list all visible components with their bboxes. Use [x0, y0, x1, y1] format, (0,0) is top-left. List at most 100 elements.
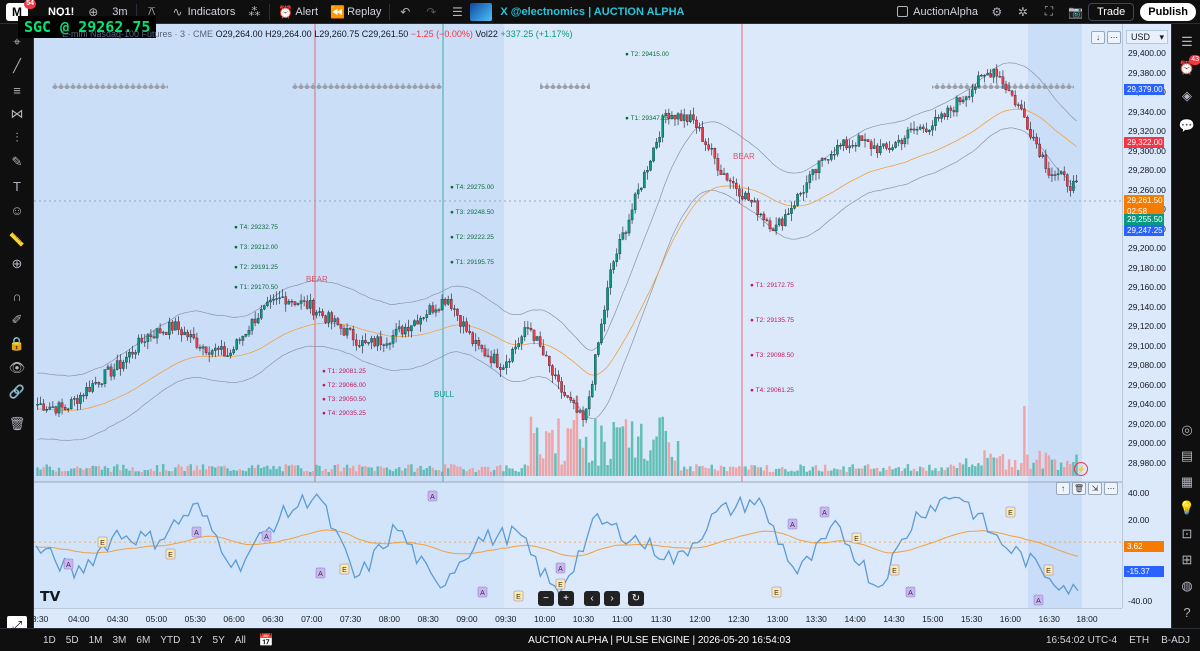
theme-button[interactable]: ✲ [1010, 0, 1036, 24]
price-tick: 29,340.00 [1128, 106, 1166, 117]
session-toggle[interactable]: ETH [1129, 635, 1149, 646]
magnet-icon[interactable]: ∩ [7, 286, 27, 306]
reset-chart-button[interactable]: ↻ [628, 591, 644, 606]
lock-icon[interactable]: 🔒 [7, 334, 27, 354]
publish-button[interactable]: Publish [1140, 2, 1196, 21]
candle-body [431, 305, 435, 313]
range-1d[interactable]: 1D [38, 635, 61, 646]
price-tick: 29,060.00 [1128, 379, 1166, 390]
lock-drawing-icon[interactable]: ✐ [7, 310, 27, 330]
candle-body [505, 361, 508, 368]
podcast-icon[interactable]: ◍ [1177, 576, 1197, 596]
link-icon[interactable]: 🔗 [7, 382, 27, 402]
range-all[interactable]: All [230, 635, 251, 646]
stream-icon[interactable]: ⊡ [1177, 524, 1197, 544]
trash-icon[interactable]: 🗑 [7, 414, 27, 434]
candle-body [266, 301, 269, 306]
scroll-right-button[interactable]: › [604, 591, 620, 606]
screener-icon[interactable]: ⊞ [1177, 550, 1197, 570]
time-label: 11:00 [611, 614, 633, 624]
brand-link[interactable]: X @electnomics | AUCTION ALPHA [470, 0, 690, 24]
pane-menu-button[interactable]: ⋯ [1107, 31, 1121, 44]
candle-body [489, 356, 493, 363]
time-label: 08:30 [417, 614, 439, 624]
range-5y[interactable]: 5Y [208, 635, 230, 646]
candle-body [909, 128, 913, 131]
currency-button[interactable]: USD ▾ [1126, 30, 1168, 44]
chart-canvas[interactable]: A E E A A A E A A E A E E A A E E A E A E [34, 24, 1171, 628]
volume-bar [48, 466, 52, 476]
layout-checkbox[interactable] [897, 6, 909, 17]
lightning-icon[interactable]: ⚡ [1074, 462, 1088, 476]
watchlist-icon[interactable]: ☰ [1177, 32, 1197, 52]
range-6m[interactable]: 6M [131, 635, 155, 646]
fullscreen-button[interactable]: ⛶ [1036, 0, 1062, 24]
pattern-icon[interactable]: ⋈ [7, 104, 27, 124]
zoom-icon[interactable]: ⊕ [7, 254, 27, 274]
osc-marker-label: E [168, 552, 173, 559]
delete-pane-button[interactable]: 🗑 [1072, 482, 1086, 495]
scroll-down-button[interactable]: ↓ [1091, 31, 1105, 44]
range-ytd[interactable]: YTD [155, 635, 185, 646]
emoji-icon[interactable]: ☺ [7, 200, 27, 220]
osc-marker-label: A [66, 562, 71, 569]
candle-body [1050, 174, 1054, 176]
volume-bar [961, 464, 965, 476]
news-icon[interactable]: ▤ [1177, 446, 1197, 466]
range-1m[interactable]: 1M [84, 635, 108, 646]
eye-icon[interactable]: 👁 [7, 358, 27, 378]
fib-icon[interactable]: ≡ [7, 80, 27, 100]
candle-body [704, 141, 707, 145]
chat-icon[interactable]: 💬 [1177, 116, 1197, 136]
quick-search-button[interactable]: ⚙ [984, 0, 1010, 24]
volume-bar [735, 467, 738, 476]
volume-bar [1010, 467, 1014, 476]
legend-title[interactable]: E-mini Nasdaq-100 Futures · 3 · CME [62, 29, 213, 39]
trend-line-icon[interactable]: ╱ [7, 56, 27, 76]
layout-select[interactable]: AuctionAlpha [891, 0, 984, 24]
volume-bar [931, 470, 934, 476]
candle-body [649, 160, 652, 171]
range-1y[interactable]: 1Y [185, 635, 207, 646]
ideas-icon[interactable]: 💡 [1177, 498, 1197, 518]
arrow-up-icon: ↑ [1061, 484, 1065, 493]
calendar-icon[interactable]: ▦ [1177, 472, 1197, 492]
indicators-button[interactable]: ∿ Indicators [165, 0, 242, 24]
layers-icon[interactable]: ◈ [1177, 86, 1197, 106]
brush-icon[interactable]: ✎ [7, 152, 27, 172]
range-5d[interactable]: 5D [61, 635, 84, 646]
text-icon[interactable]: T [7, 176, 27, 196]
reset-icon: ↻ [631, 593, 641, 604]
undo-button[interactable]: ↶ [392, 0, 418, 24]
zoom-in-button[interactable]: + [558, 591, 574, 606]
redo-button[interactable]: ↷ [418, 0, 444, 24]
volume-bar [765, 465, 769, 476]
chart-pane[interactable]: A E E A A A E A A E A E E A A E E A E A E [34, 24, 1171, 628]
projection-icon[interactable]: ⫶ [7, 128, 27, 148]
clock[interactable]: 16:54:02 UTC-4 [1046, 635, 1117, 646]
help-icon[interactable]: ? [1177, 602, 1197, 622]
templates-button[interactable]: ⁂ [241, 0, 267, 24]
volume-bar [560, 464, 563, 476]
zoom-out-button[interactable]: − [538, 591, 554, 606]
ruler-icon[interactable]: 📏 [7, 230, 27, 250]
target-icon[interactable]: ◎ [1177, 420, 1197, 440]
trade-button[interactable]: Trade [1087, 2, 1135, 21]
snapshot-button[interactable]: 📷 [1062, 0, 1088, 24]
range-3m[interactable]: 3M [108, 635, 132, 646]
menu-button[interactable]: ☰ [444, 0, 470, 24]
alerts-icon[interactable]: ⏰ 43 [1177, 55, 1200, 78]
move-up-button[interactable]: ↑ [1056, 482, 1070, 495]
volume-bar [260, 468, 263, 476]
volume-bar [716, 470, 720, 476]
collapse-pane-button[interactable]: ⇲ [1088, 482, 1102, 495]
scroll-left-button[interactable]: ‹ [584, 591, 600, 606]
alert-button[interactable]: ⏰ Alert [272, 0, 324, 24]
candle-body [955, 97, 959, 113]
pane-more-button[interactable]: ⋯ [1104, 482, 1118, 495]
adjust-toggle[interactable]: B-ADJ [1161, 635, 1190, 646]
replay-button[interactable]: ⏪ Replay [324, 0, 387, 24]
calendar-range-icon[interactable]: 📅 [259, 633, 274, 647]
candle-body [701, 127, 704, 142]
volume-bar [66, 471, 70, 476]
